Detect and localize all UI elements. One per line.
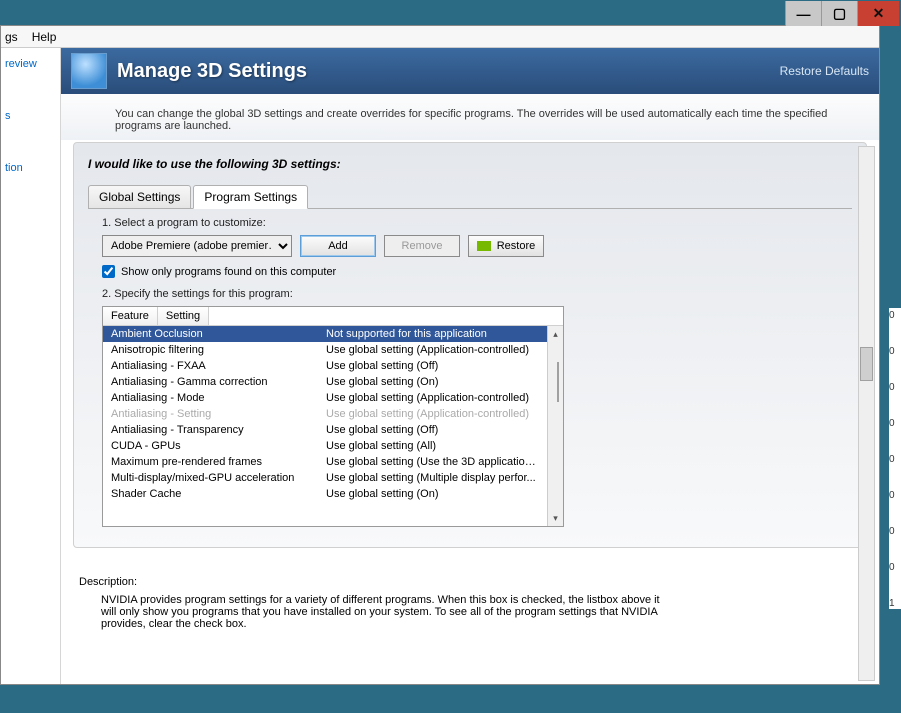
setting-cell: Use global setting (Application-controll…	[318, 390, 547, 406]
minimize-button[interactable]: —	[785, 1, 821, 26]
program-select[interactable]: Adobe Premiere (adobe premier…	[102, 235, 292, 257]
header-3d-icon	[71, 53, 107, 89]
setting-cell: Use global setting (Off)	[318, 422, 547, 438]
table-row[interactable]: Shader CacheUse global setting (On)	[103, 486, 547, 502]
feature-cell: Shader Cache	[103, 486, 318, 502]
value-cell: 0	[889, 526, 901, 537]
value-cell: 0	[889, 418, 901, 429]
right-value-strip: 0 0 0 0 0 0 0 0 1	[889, 308, 901, 609]
col-setting[interactable]: Setting	[158, 307, 209, 325]
tab-program-settings[interactable]: Program Settings	[193, 185, 308, 209]
feature-cell: Antialiasing - Transparency	[103, 422, 318, 438]
app-window: — ▢ ✕ gs Help review s tion Manage 3D Se…	[0, 25, 880, 685]
feature-cell: Maximum pre-rendered frames	[103, 454, 318, 470]
setting-cell: Use global setting (On)	[318, 374, 547, 390]
table-row[interactable]: Ambient OcclusionNot supported for this …	[103, 326, 547, 342]
feature-cell: Ambient Occlusion	[103, 326, 318, 342]
sidebar-link[interactable]: review	[5, 58, 56, 70]
setting-cell: Use global setting (All)	[318, 438, 547, 454]
scroll-down-icon[interactable]: ▾	[548, 510, 563, 526]
setting-cell: Use global setting (Multiple display per…	[318, 470, 547, 486]
grid-scrollbar[interactable]: ▴ ▾	[547, 326, 563, 526]
description-section: Description: NVIDIA provides program set…	[79, 576, 861, 630]
settings-grid: Feature Setting Ambient OcclusionNot sup…	[102, 306, 564, 527]
step2-label: 2. Specify the settings for this program…	[102, 288, 852, 300]
menu-item-help[interactable]: Help	[32, 30, 57, 44]
value-cell: 0	[889, 490, 901, 501]
page-title: Manage 3D Settings	[117, 60, 780, 83]
description-body: NVIDIA provides program settings for a v…	[101, 594, 661, 630]
setting-cell: Not supported for this application	[318, 326, 547, 342]
feature-cell: Multi-display/mixed-GPU acceleration	[103, 470, 318, 486]
setting-cell: Use global setting (On)	[318, 486, 547, 502]
table-row[interactable]: Antialiasing - TransparencyUse global se…	[103, 422, 547, 438]
table-row[interactable]: Antialiasing - SettingUse global setting…	[103, 406, 547, 422]
setting-cell: Use global setting (Use the 3D applicati…	[318, 454, 547, 470]
tab-global-settings[interactable]: Global Settings	[88, 185, 191, 208]
value-cell: 0	[889, 382, 901, 393]
feature-cell: Antialiasing - Mode	[103, 390, 318, 406]
table-row[interactable]: Antialiasing - Gamma correctionUse globa…	[103, 374, 547, 390]
intro-text: You can change the global 3D settings an…	[61, 94, 879, 140]
show-only-label: Show only programs found on this compute…	[121, 266, 336, 278]
close-button[interactable]: ✕	[857, 1, 899, 26]
scroll-up-icon[interactable]: ▴	[548, 326, 563, 342]
remove-button[interactable]: Remove	[384, 235, 460, 257]
maximize-button[interactable]: ▢	[821, 1, 857, 26]
tabs: Global Settings Program Settings	[88, 185, 852, 209]
table-row[interactable]: Multi-display/mixed-GPU accelerationUse …	[103, 470, 547, 486]
table-row[interactable]: CUDA - GPUsUse global setting (All)	[103, 438, 547, 454]
main-scrollbar[interactable]	[858, 146, 875, 681]
col-feature[interactable]: Feature	[103, 307, 158, 325]
table-row[interactable]: Antialiasing - FXAAUse global setting (O…	[103, 358, 547, 374]
table-row[interactable]: Maximum pre-rendered framesUse global se…	[103, 454, 547, 470]
table-row[interactable]: Anisotropic filteringUse global setting …	[103, 342, 547, 358]
value-cell: 0	[889, 346, 901, 357]
add-button[interactable]: Add	[300, 235, 376, 257]
feature-cell: Antialiasing - FXAA	[103, 358, 318, 374]
sidebar: review s tion	[1, 48, 61, 684]
step1-label: 1. Select a program to customize:	[102, 217, 852, 229]
table-row[interactable]: Antialiasing - ModeUse global setting (A…	[103, 390, 547, 406]
menu-item[interactable]: gs	[5, 30, 18, 44]
show-only-checkbox[interactable]	[102, 265, 115, 278]
value-cell: 1	[889, 598, 901, 609]
settings-panel: I would like to use the following 3D set…	[73, 142, 867, 548]
menubar: gs Help	[1, 26, 879, 48]
value-cell: 0	[889, 310, 901, 321]
description-title: Description:	[79, 576, 861, 588]
panel-lead: I would like to use the following 3D set…	[88, 153, 852, 185]
setting-cell: Use global setting (Application-controll…	[318, 342, 547, 358]
show-only-checkbox-row[interactable]: Show only programs found on this compute…	[102, 265, 852, 278]
sidebar-link[interactable]: tion	[5, 162, 56, 174]
feature-cell: CUDA - GPUs	[103, 438, 318, 454]
main-content: Manage 3D Settings Restore Defaults You …	[61, 48, 879, 684]
sidebar-link[interactable]: s	[5, 110, 56, 122]
scrollbar-thumb[interactable]	[557, 362, 559, 402]
restore-defaults-link[interactable]: Restore Defaults	[780, 64, 869, 78]
value-cell: 0	[889, 454, 901, 465]
value-cell: 0	[889, 562, 901, 573]
restore-button[interactable]: Restore	[468, 235, 544, 257]
setting-cell: Use global setting (Application-controll…	[318, 406, 547, 422]
page-header: Manage 3D Settings Restore Defaults	[61, 48, 879, 94]
feature-cell: Antialiasing - Gamma correction	[103, 374, 318, 390]
feature-cell: Antialiasing - Setting	[103, 406, 318, 422]
main-scrollbar-thumb[interactable]	[860, 347, 873, 381]
setting-cell: Use global setting (Off)	[318, 358, 547, 374]
feature-cell: Anisotropic filtering	[103, 342, 318, 358]
